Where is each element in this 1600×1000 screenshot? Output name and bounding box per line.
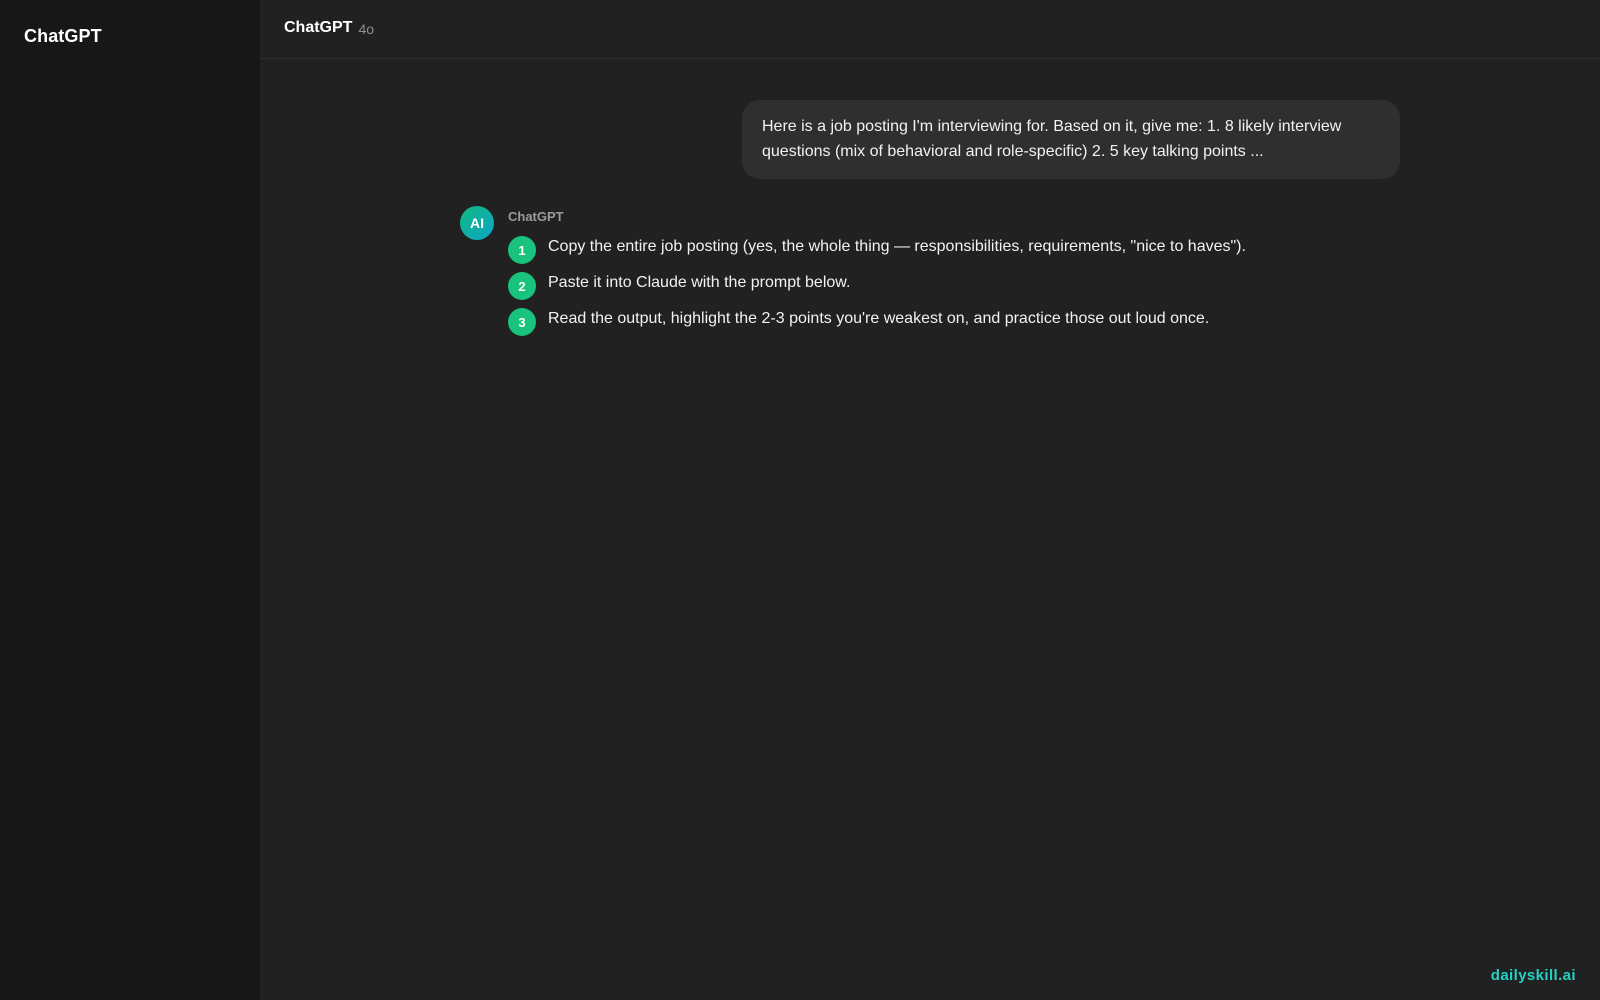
user-message-bubble: Here is a job posting I'm interviewing f… [742, 100, 1400, 179]
assistant-name: ChatGPT [508, 209, 564, 224]
step-text: Copy the entire job posting (yes, the wh… [548, 238, 1246, 255]
sidebar-brand[interactable]: ChatGPT [24, 26, 236, 47]
sidebar: ChatGPT [0, 0, 260, 1000]
steps-list: 1 Copy the entire job posting (yes, the … [508, 236, 1368, 344]
watermark: dailyskill.ai [1490, 967, 1576, 984]
step-text: Paste it into Claude with the prompt bel… [548, 274, 851, 291]
step-number-badge: 2 [508, 272, 536, 300]
step-number-badge: 1 [508, 236, 536, 264]
model-version: 4o [358, 20, 375, 37]
step-number-badge: 3 [508, 308, 536, 336]
list-item: 3 Read the output, highlight the 2-3 poi… [508, 308, 1368, 344]
model-selector[interactable]: ChatGPT [284, 19, 352, 37]
list-item: 2 Paste it into Claude with the prompt b… [508, 272, 1368, 308]
list-item: 1 Copy the entire job posting (yes, the … [508, 236, 1368, 272]
step-text: Read the output, highlight the 2-3 point… [548, 310, 1210, 327]
app-window: ChatGPT ChatGPT 4o Here is a job posting… [0, 0, 1600, 1000]
top-bar: ChatGPT 4o [260, 0, 1600, 59]
chat-main: ChatGPT 4o Here is a job posting I'm int… [260, 0, 1600, 1000]
assistant-avatar: AI [460, 206, 494, 240]
